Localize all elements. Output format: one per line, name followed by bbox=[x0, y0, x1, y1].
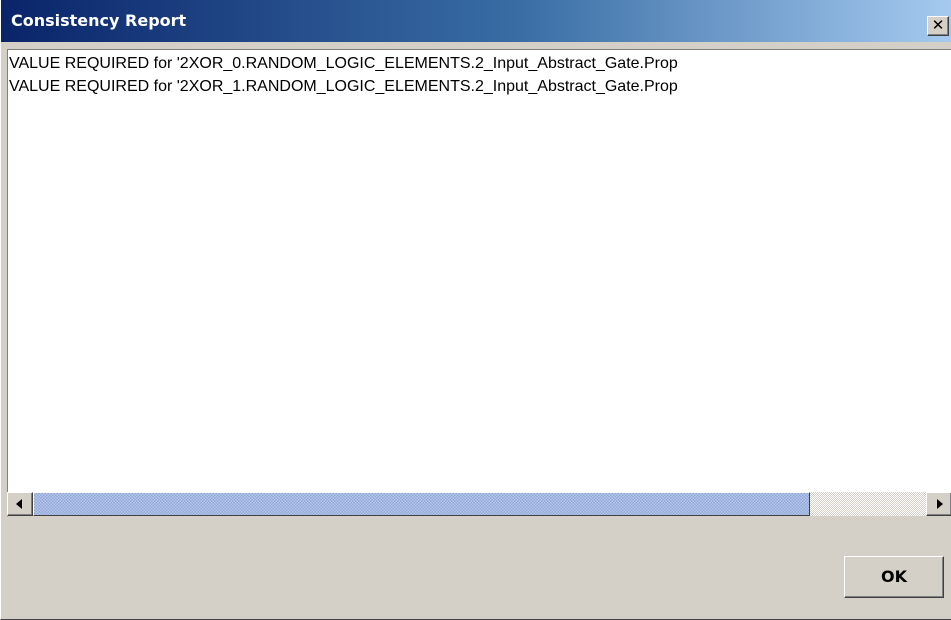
scroll-left-button[interactable] bbox=[7, 492, 33, 516]
horizontal-scrollbar[interactable] bbox=[7, 492, 951, 516]
report-line: VALUE REQUIRED for '2XOR_0.RANDOM_LOGIC_… bbox=[9, 55, 678, 72]
scroll-track[interactable] bbox=[33, 492, 926, 516]
report-lines: VALUE REQUIRED for '2XOR_0.RANDOM_LOGIC_… bbox=[8, 52, 951, 498]
window-title: Consistency Report bbox=[11, 11, 187, 30]
arrow-left-icon bbox=[16, 499, 22, 509]
arrow-right-icon bbox=[937, 499, 943, 509]
close-button[interactable]: ✕ bbox=[927, 16, 949, 36]
title-bar[interactable]: Consistency Report ✕ bbox=[1, 0, 951, 42]
consistency-report-dialog: Consistency Report ✕ VALUE REQUIRED for … bbox=[0, 0, 951, 620]
ok-button[interactable]: OK bbox=[844, 556, 944, 598]
report-text-area[interactable]: VALUE REQUIRED for '2XOR_0.RANDOM_LOGIC_… bbox=[7, 49, 951, 517]
scroll-thumb[interactable] bbox=[33, 492, 810, 516]
close-icon: ✕ bbox=[931, 17, 945, 34]
report-line: VALUE REQUIRED for '2XOR_1.RANDOM_LOGIC_… bbox=[9, 78, 678, 95]
scroll-right-button[interactable] bbox=[926, 492, 951, 516]
